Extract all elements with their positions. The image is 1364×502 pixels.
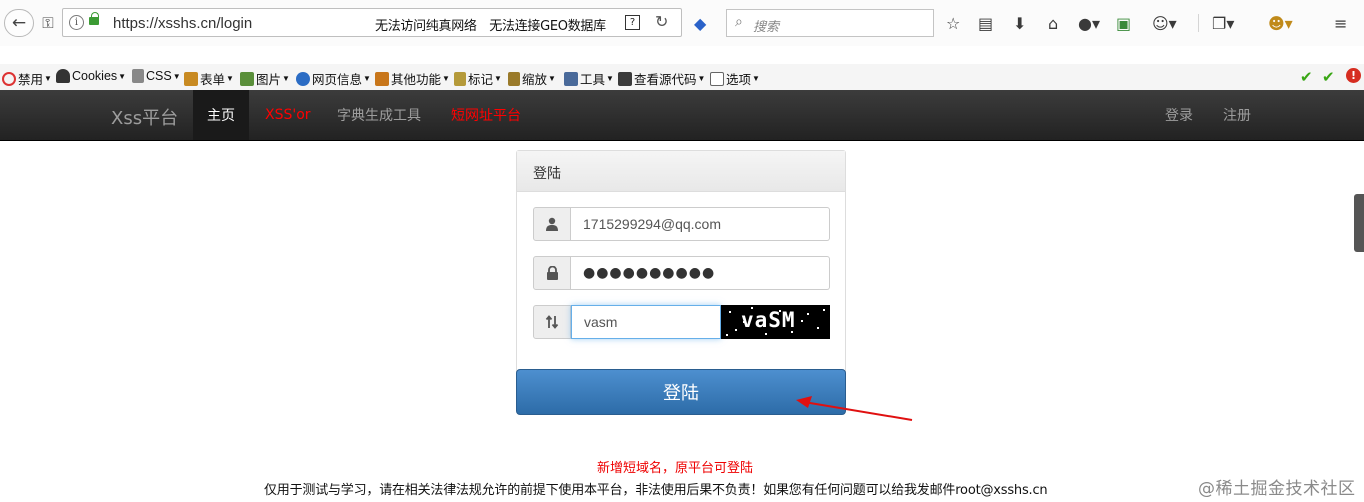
search-icon: ⌕ [735,14,743,30]
nav-item-short-url[interactable]: 短网址平台 [451,90,521,140]
info-icon [296,71,310,86]
image-extension-icon[interactable]: ▣ [1116,10,1131,36]
js-valid-check-icon[interactable]: ✔ [1322,68,1335,86]
ruler-icon [508,71,520,86]
devbar-item-label: CSS [146,69,172,83]
nav-item-dictionary-tool[interactable]: 字典生成工具 [337,90,421,140]
password-input-group: ●●●●●●●●●● [533,256,830,290]
devbar-item-label: 网页信息 [312,73,363,87]
email-input-group: 1715299294@qq.com [533,207,830,241]
devbar-item-label: 标记 [468,73,494,87]
devbar-item-css[interactable]: CSS ▼ [132,69,181,83]
search-box[interactable]: ⌕ 搜索 [726,9,934,37]
info-icon[interactable]: i [69,15,84,30]
nav-item-xssor[interactable]: XSS'or [265,90,311,140]
devbar-item-view-source[interactable]: 查看源代码 ▼ [618,69,705,88]
devbar-item-label: 查看源代码 [634,73,697,87]
form-icon [184,71,198,86]
devbar-item-label: 工具 [580,73,606,87]
devbar-item-disable[interactable]: 禁用 ▼ [2,69,52,88]
browser-toolbar: ← ⚿ i https://xsshs.cn/login 无法访问纯真网络 无法… [0,0,1364,46]
geo-status-text: 无法访问纯真网络 无法连接GEO数据库 [375,19,606,34]
footer-text: 仅用于测试与学习，请在相关法律法规允许的前提下使用本平台，非法使用后果不负责！如… [264,483,1048,498]
toolbar-separator [1198,14,1199,32]
email-field[interactable]: 1715299294@qq.com [571,207,830,241]
source-icon [618,71,632,86]
download-icon[interactable]: ⬇ [1013,10,1026,36]
lock-icon [533,256,571,290]
home-icon[interactable]: ⌂ [1048,10,1058,36]
nav-login-link[interactable]: 登录 [1165,90,1193,140]
menu-icon[interactable]: ≡ [1334,10,1347,36]
devbar-item-cookies[interactable]: Cookies ▼ [56,69,126,83]
devbar-item-label: 选项 [726,73,752,87]
devbar-item-label: 禁用 [18,73,44,87]
marker-icon [454,71,466,86]
nav-register-link[interactable]: 注册 [1223,90,1251,140]
devbar-item-label: 缩放 [522,73,548,87]
css-valid-check-icon[interactable]: ✔ [1300,68,1313,86]
key-icon[interactable]: ⚿ [36,12,60,34]
captcha-image[interactable]: vaSM [721,305,830,339]
captcha-field[interactable]: vasm [571,305,721,339]
reload-icon[interactable]: ↻ [655,12,668,31]
question-icon[interactable]: ? [625,15,640,30]
address-bar[interactable]: i https://xsshs.cn/login 无法访问纯真网络 无法连接GE… [62,8,682,37]
devbar-item-tools[interactable]: 工具 ▼ [564,69,614,88]
image-icon [240,71,254,86]
watermark-text: @稀土掘金技术社区 [1198,479,1356,499]
web-developer-toolbar: 禁用 ▼ Cookies ▼ CSS ▼ 表单 ▼ 图片 ▼ 网页信息 ▼ 其他功能 ▼ 标记… [0,64,1364,90]
panel-heading: 登陆 [517,151,845,192]
search-placeholder: 搜索 [753,20,780,35]
bookmark-star-icon[interactable]: ☆ [946,10,960,36]
devbar-item-options[interactable]: 选项 ▼ [710,69,760,88]
tools-icon [564,71,578,86]
greasemonkey-icon[interactable]: ☻▾ [1268,10,1293,36]
pencil-icon [132,69,144,83]
devbar-item-images[interactable]: 图片 ▼ [240,69,290,88]
palette-icon[interactable]: ☺▾ [1152,10,1177,36]
sort-arrows-icon [533,305,571,339]
reading-list-icon[interactable]: ▤ [978,10,993,36]
user-icon [533,207,571,241]
brand-logo[interactable]: Xss平台 [111,104,178,130]
devbar-item-label: 图片 [256,73,282,87]
notice-text: 新增短域名，原平台可登陆 [597,461,754,476]
password-field[interactable]: ●●●●●●●●●● [571,256,830,290]
warning-icon[interactable]: ! [1346,68,1361,83]
devbar-item-label: 其他功能 [391,73,442,87]
devbar-item-forms[interactable]: 表单 ▼ [184,69,234,88]
options-icon [710,71,724,86]
devbar-item-label: Cookies [72,69,118,83]
scrollbar-thumb[interactable] [1354,194,1364,252]
captcha-image-text: vaSM [741,308,796,332]
share-icon[interactable]: ❐▾ [1212,10,1234,36]
annotation-arrow [796,396,913,421]
captcha-input-group: vasm vaSM [533,305,830,339]
url-text[interactable]: https://xsshs.cn/login [113,15,252,32]
disable-icon [2,71,16,86]
devbar-item-outline[interactable]: 标记 ▼ [454,69,502,88]
extension-globe-icon[interactable]: ●▾ [1078,10,1100,36]
bird-icon[interactable]: ◆ [694,10,706,36]
devbar-item-misc[interactable]: 其他功能 ▼ [375,69,450,88]
lock-icon [89,12,99,25]
login-panel: 登陆 1715299294@qq.com ●●●●●●●●●● vasm vaS… [516,150,846,375]
misc-icon [375,71,389,86]
back-icon[interactable]: ← [4,9,34,37]
site-navbar: Xss平台 主页 XSS'or 字典生成工具 短网址平台 登录 注册 [0,90,1364,141]
devbar-item-label: 表单 [200,73,226,87]
devbar-item-resize[interactable]: 缩放 ▼ [508,69,556,88]
nav-item-home[interactable]: 主页 [193,90,249,140]
devbar-item-information[interactable]: 网页信息 ▼ [296,69,371,88]
person-icon [56,69,70,83]
